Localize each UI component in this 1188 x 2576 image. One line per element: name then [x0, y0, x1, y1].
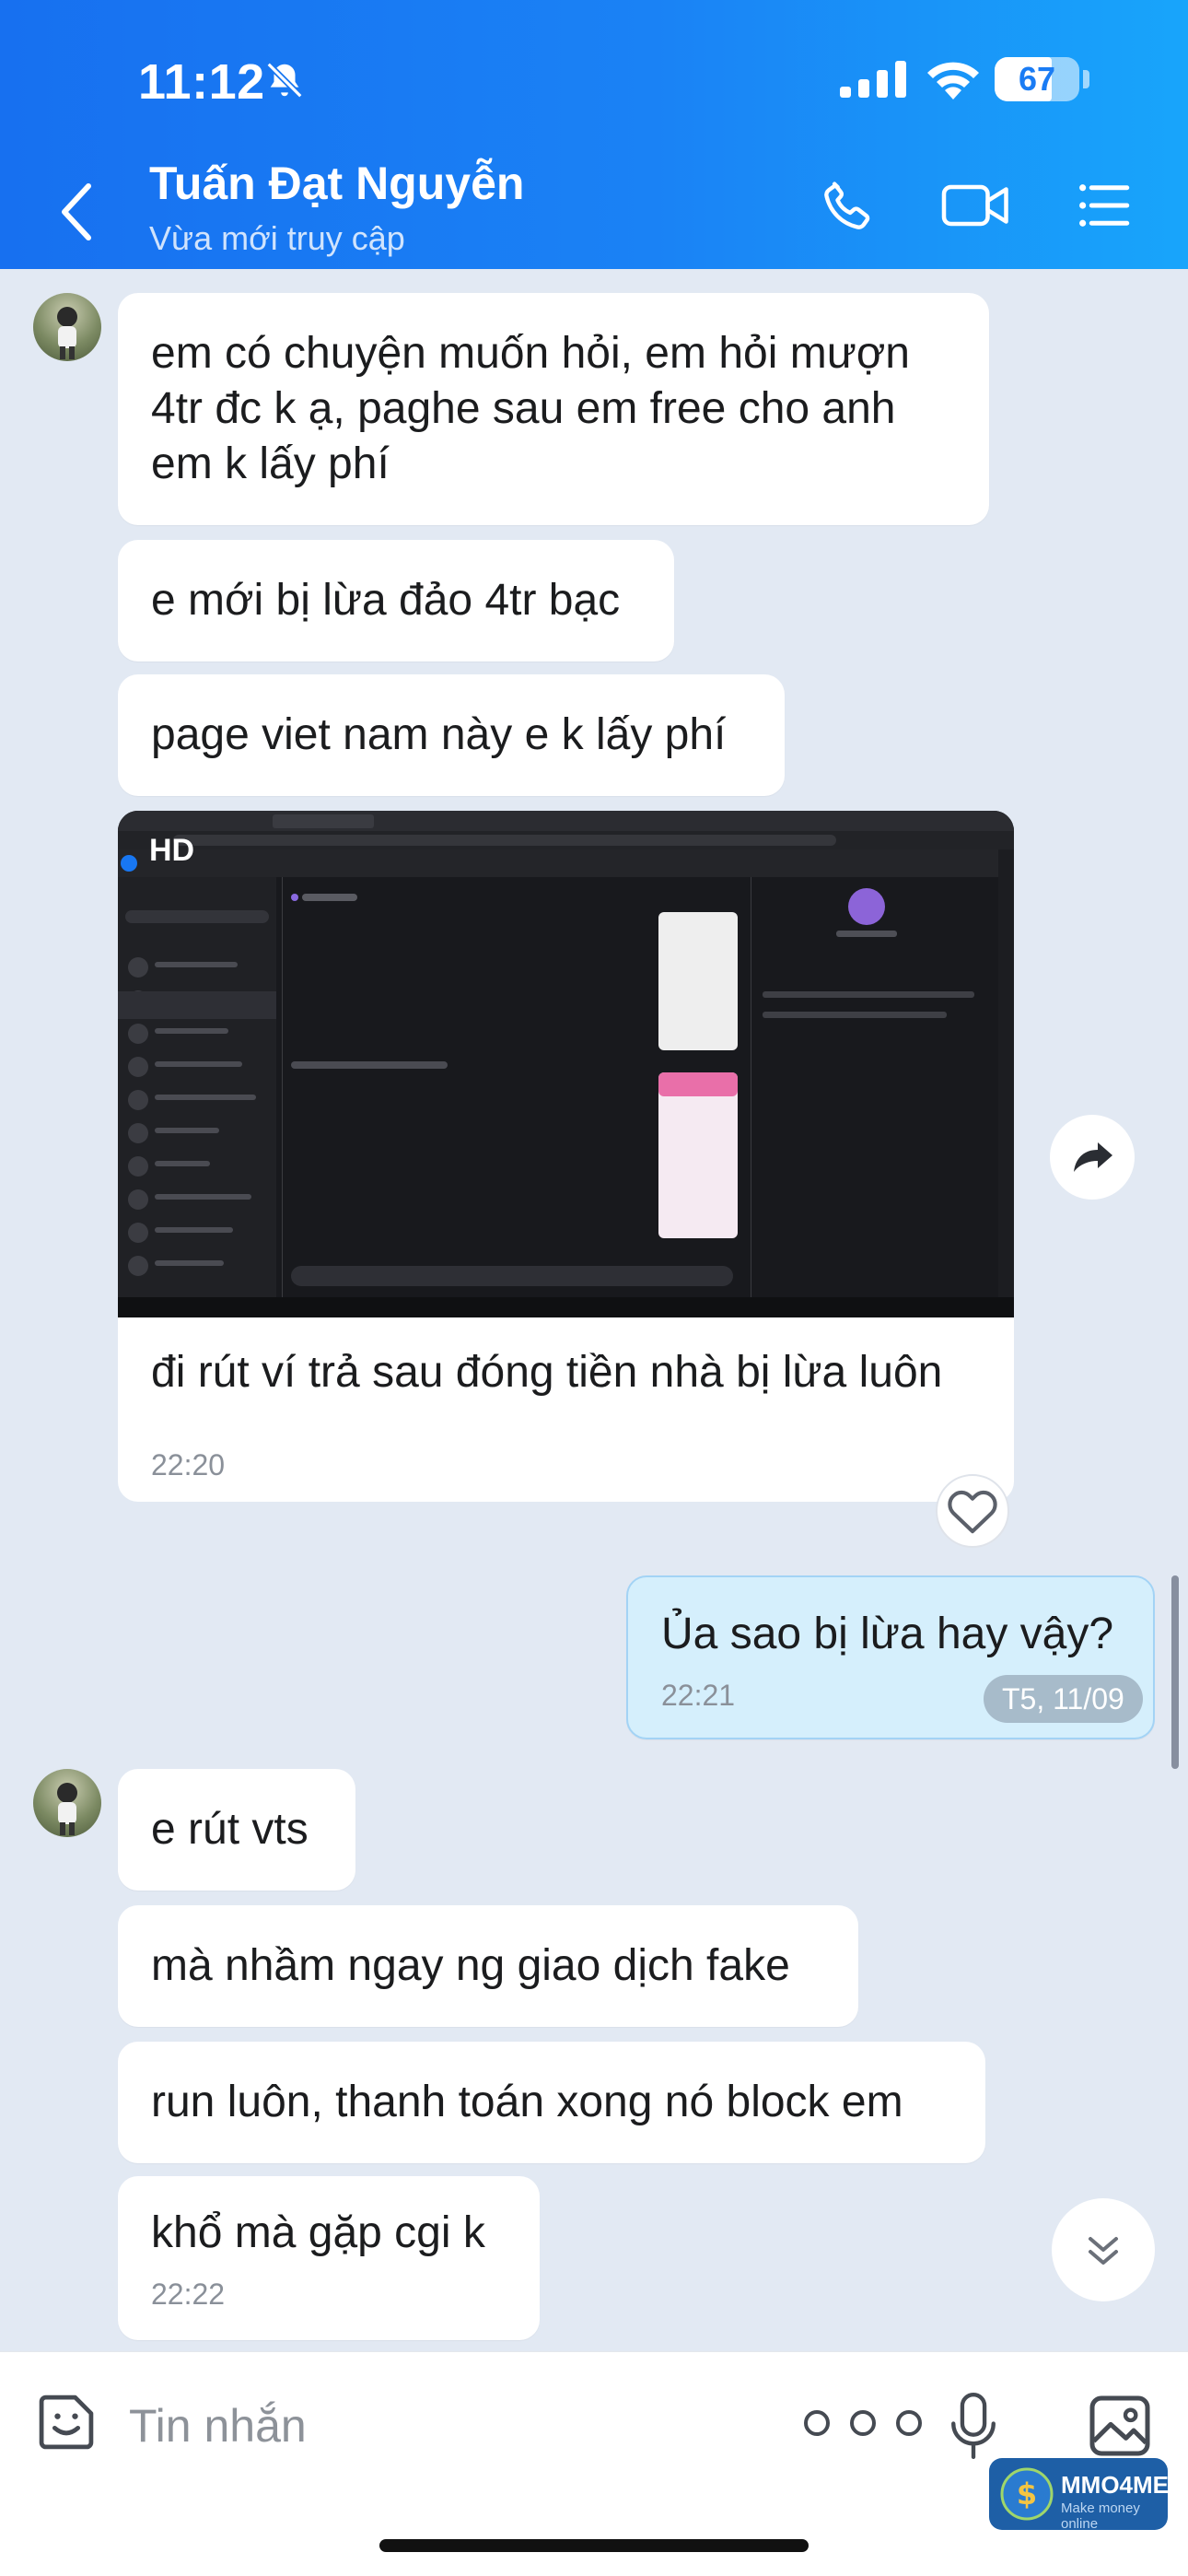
photo-caption: đi rút ví trả sau đóng tiền nhà bị lừa l…: [151, 1348, 943, 1397]
battery-tip: [1083, 70, 1089, 88]
video-camera-icon[interactable]: [939, 175, 1013, 236]
avatar-photo-icon: [57, 1783, 77, 1835]
emoji-sticker-icon[interactable]: [31, 2387, 101, 2457]
battery-indicator: 67: [995, 57, 1079, 101]
more-options-icon[interactable]: [801, 2407, 925, 2439]
watermark-subtitle: Make money online: [1061, 2500, 1140, 2532]
svg-text:$: $: [1017, 2476, 1037, 2512]
message-text: Ủa sao bị lừa hay vậy?: [661, 1610, 1114, 1658]
watermark-logo: $ MMO4ME Make money online: [989, 2458, 1169, 2532]
avatar[interactable]: [33, 1769, 101, 1837]
contact-name[interactable]: Tuấn Đạt Nguyễn: [149, 157, 524, 210]
message-time: 22:22: [151, 2277, 226, 2311]
message-bubble[interactable]: e rút vts: [118, 1769, 355, 1891]
scroll-to-bottom-button[interactable]: [1052, 2198, 1155, 2301]
message-input[interactable]: [129, 2393, 645, 2459]
cellular-signal-icon: [840, 61, 906, 98]
message-bubble[interactable]: khổ mà gặp cgi k 22:22: [118, 2176, 540, 2340]
phone-icon[interactable]: [818, 175, 879, 236]
microphone-icon[interactable]: [947, 2389, 1000, 2463]
message-bubble[interactable]: mà nhầm ngay ng giao dịch fake: [118, 1905, 858, 2027]
hd-badge: HD: [149, 833, 195, 868]
message-bubble[interactable]: em có chuyện muốn hỏi, em hỏi mượn 4tr đ…: [118, 293, 989, 525]
battery-percentage: 67: [1018, 60, 1056, 98]
photo-message[interactable]: HD đi rút ví trả sau đóng tiền nhà bị lừ…: [118, 811, 1014, 1502]
forward-arrow-icon: [1074, 1142, 1112, 1172]
scrollbar[interactable]: [1171, 1575, 1179, 1769]
message-time: 22:20: [151, 1448, 226, 1481]
watermark-title: MMO4ME: [1061, 2471, 1169, 2499]
wifi-icon: [927, 62, 979, 100]
date-pill: T5, 11/09: [984, 1675, 1143, 1723]
home-indicator: [379, 2539, 809, 2552]
message-text: khổ mà gặp cgi k: [151, 2208, 485, 2257]
avatar[interactable]: [33, 293, 101, 361]
share-forward-button[interactable]: [1050, 1115, 1135, 1200]
contact-status: Vừa mới truy cập: [149, 219, 405, 257]
image-gallery-icon[interactable]: [1083, 2389, 1157, 2463]
heart-icon: [948, 1490, 997, 1534]
back-chevron-icon[interactable]: [52, 175, 107, 249]
double-chevron-down-icon: [1089, 2237, 1118, 2265]
message-bubble[interactable]: e mới bị lừa đảo 4tr bạc: [118, 540, 674, 662]
react-heart-button[interactable]: [936, 1474, 1009, 1548]
avatar-photo-icon: [57, 307, 77, 359]
message-bubble[interactable]: run luôn, thanh toán xong nó block em: [118, 2042, 985, 2163]
bell-off-icon: [266, 62, 303, 99]
dollar-coin-icon: $: [1000, 2467, 1054, 2521]
chat-header: 11:12 67 Tuấn Đạt Nguyễn Vừa mới truy cậ…: [0, 0, 1188, 269]
screenshot-image[interactable]: [118, 811, 1014, 1317]
message-bubble[interactable]: page viet nam này e k lấy phí: [118, 674, 785, 796]
status-time: 11:12: [138, 54, 265, 110]
menu-list-icon[interactable]: [1074, 175, 1135, 236]
